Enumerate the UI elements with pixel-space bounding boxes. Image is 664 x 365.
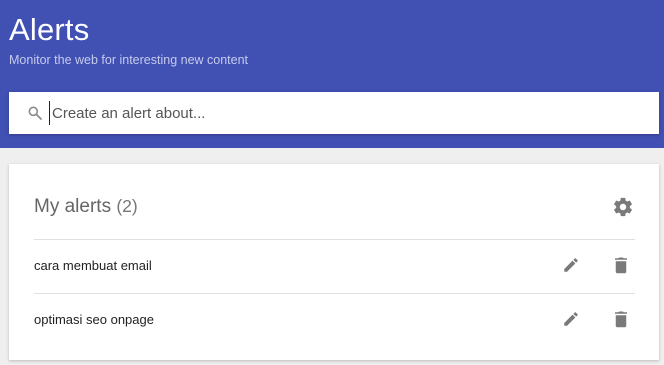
- alerts-count: (2): [116, 196, 138, 216]
- alert-label: cara membuat email: [34, 258, 152, 273]
- pencil-icon[interactable]: [562, 310, 580, 328]
- app-subtitle: Monitor the web for interesting new cont…: [9, 53, 249, 67]
- alert-label: optimasi seo onpage: [34, 312, 154, 327]
- my-alerts-card: My alerts (2) cara membuat email optimas…: [9, 164, 659, 360]
- search-bar[interactable]: [9, 92, 659, 134]
- alert-row[interactable]: cara membuat email: [34, 240, 635, 293]
- my-alerts-heading: My alerts (2): [34, 196, 138, 218]
- alert-row[interactable]: optimasi seo onpage: [34, 294, 635, 347]
- app-header: Alerts Monitor the web for interesting n…: [0, 0, 664, 148]
- pencil-icon[interactable]: [562, 256, 580, 274]
- trash-icon[interactable]: [613, 310, 629, 328]
- gear-icon[interactable]: [612, 196, 634, 218]
- search-input[interactable]: [49, 101, 649, 125]
- trash-icon[interactable]: [613, 256, 629, 274]
- app-title: Alerts: [9, 12, 90, 47]
- my-alerts-title: My alerts: [34, 196, 112, 217]
- search-icon: [28, 106, 42, 120]
